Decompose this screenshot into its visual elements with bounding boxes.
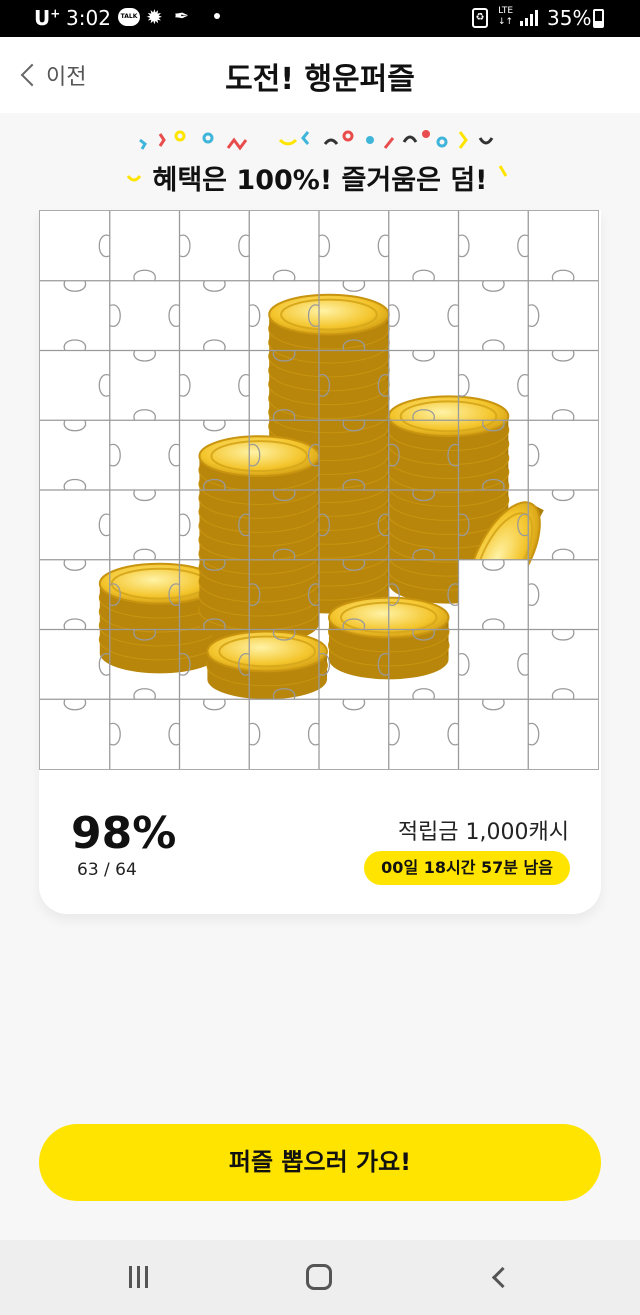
coin-stack-front-left xyxy=(206,630,328,701)
more-notifications-dot-icon xyxy=(214,13,220,19)
timer-badge: 00일 18시간 57분 남음 xyxy=(364,851,570,885)
progress-percent: 98% xyxy=(71,808,177,859)
recent-apps-icon[interactable] xyxy=(127,1266,151,1288)
page-title: 도전! 행운퍼즐 xyxy=(225,62,415,97)
carrier-label: U+ xyxy=(34,6,61,30)
gold-coins-puzzle-image xyxy=(40,211,598,769)
status-bar: U+ 3:02 TALK ✹ ✒ ♻ LTE ↓↑ 35% xyxy=(0,0,640,37)
coin-stack-mid-left xyxy=(198,435,320,645)
puzzle-board[interactable] xyxy=(39,210,599,770)
settings-notification-icon: ✹ xyxy=(146,5,163,29)
system-nav-bar xyxy=(0,1240,640,1315)
promo-banner: 혜택은 100%! 즐거움은 덤! xyxy=(120,120,520,200)
clock: 3:02 xyxy=(66,6,111,30)
puzzle-card: 98% 63 / 64 적립금 1,000캐시 00일 18시간 57분 남음 xyxy=(39,210,601,914)
reward-label: 적립금 1,000캐시 xyxy=(397,820,569,845)
battery-icon xyxy=(593,9,604,28)
signal-icon xyxy=(520,10,540,26)
banner-text: 혜택은 100%! 즐거움은 덤! xyxy=(152,165,488,196)
kakaotalk-icon: TALK xyxy=(118,8,140,26)
home-icon[interactable] xyxy=(306,1264,332,1290)
app-header: 이전 도전! 행운퍼즐 xyxy=(0,37,640,113)
back-icon[interactable] xyxy=(488,1265,512,1289)
recycle-icon: ♻ xyxy=(472,8,488,28)
feather-notification-icon: ✒ xyxy=(174,6,190,27)
lte-icon: LTE ↓↑ xyxy=(498,6,514,27)
battery-percent: 35% xyxy=(547,6,592,30)
progress-count: 63 / 64 xyxy=(77,860,137,880)
draw-puzzle-button[interactable]: 퍼즐 뽑으러 가요! xyxy=(39,1124,601,1201)
